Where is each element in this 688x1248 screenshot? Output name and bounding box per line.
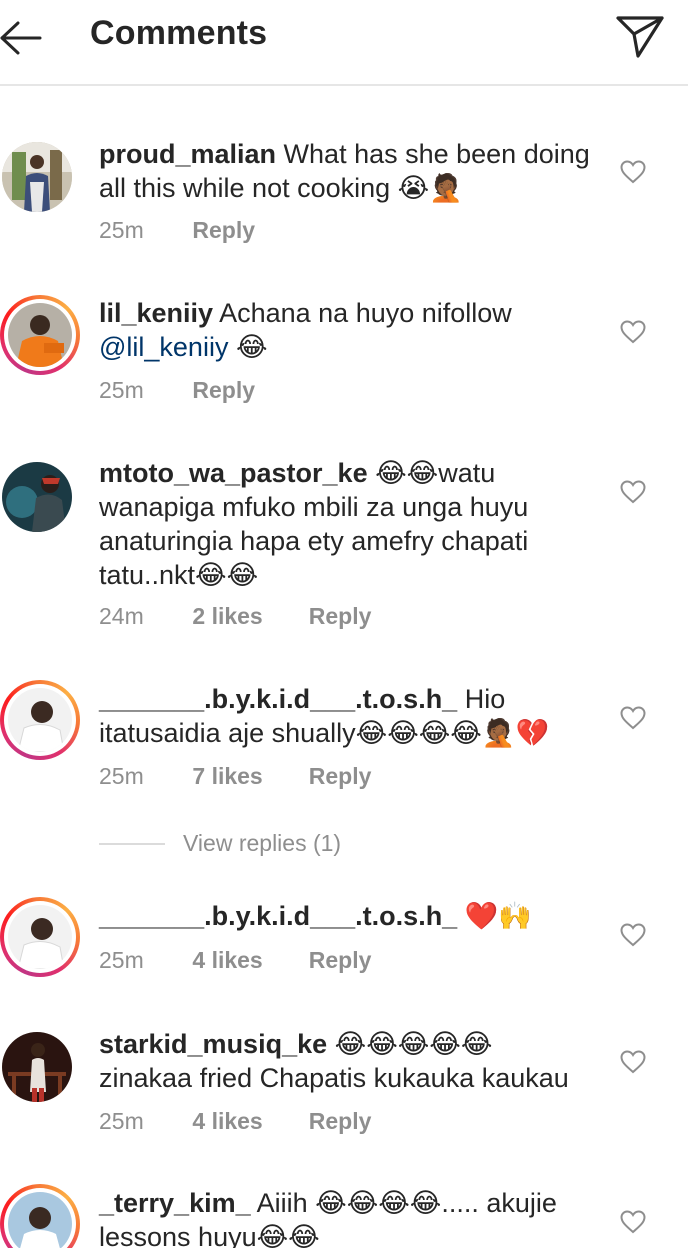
avatar[interactable] <box>0 140 80 220</box>
mention-link[interactable]: @lil_keniiy <box>99 332 228 362</box>
heart-icon[interactable] <box>620 1210 646 1234</box>
divider <box>99 843 165 845</box>
comment-timestamp: 24m <box>99 603 144 629</box>
comment-meta: 25m 4 likes Reply <box>99 947 371 974</box>
comment-text: _terry_kim_ Aiiih 😂😂😂😂..... akujie lesso… <box>99 1186 599 1248</box>
comment-body-line: ❤️🙌 <box>464 901 532 931</box>
avatar[interactable] <box>0 1184 80 1248</box>
comment-meta: 25m Reply <box>99 217 255 244</box>
avatar-photo <box>2 462 72 532</box>
comment-text: starkid_musiq_ke 😂😂😂😂😂 zinakaa fried Cha… <box>99 1027 599 1095</box>
comment-meta: 24m 2 likes Reply <box>99 603 371 630</box>
comment-timestamp: 25m <box>99 1108 144 1134</box>
comment-body-line: wanapiga mfuko mbili za unga huyu <box>99 492 529 522</box>
avatar[interactable] <box>0 460 80 540</box>
paper-plane-icon[interactable] <box>614 10 666 60</box>
likes-count[interactable]: 4 likes <box>192 1108 302 1135</box>
reply-button[interactable]: Reply <box>309 947 372 974</box>
comment-body-line: Achana na huyo nifollow <box>219 298 512 328</box>
likes-count[interactable]: 2 likes <box>192 603 302 630</box>
avatar-photo <box>8 688 72 752</box>
reply-button[interactable]: Reply <box>309 763 372 790</box>
comment-meta: 25m 4 likes Reply <box>99 1108 371 1135</box>
reply-button[interactable]: Reply <box>309 1108 372 1135</box>
comment-body-line: 😂😂watu <box>375 458 496 488</box>
view-replies-label[interactable]: View replies (1) <box>183 830 341 857</box>
comment-body-line: 😂 <box>228 332 268 362</box>
heart-icon[interactable] <box>620 160 646 184</box>
reply-button[interactable]: Reply <box>192 217 255 244</box>
comment-body-line: tatu..nkt😂😂 <box>99 560 259 590</box>
comment-username[interactable]: proud_malian <box>99 139 276 169</box>
comment-text: lil_keniiy Achana na huyo nifollow @lil_… <box>99 296 599 364</box>
arrow-left-icon[interactable] <box>0 18 44 58</box>
comment-timestamp: 25m <box>99 217 144 243</box>
heart-icon[interactable] <box>620 320 646 344</box>
avatar-photo <box>2 1032 72 1102</box>
comment-username[interactable]: lil_keniiy <box>99 298 213 328</box>
avatar[interactable] <box>0 680 80 760</box>
avatar-photo <box>8 905 72 969</box>
comment-username[interactable]: _terry_kim_ <box>99 1188 251 1218</box>
avatar-photo <box>2 142 72 212</box>
comment-username[interactable]: _______.b.y.k.i.d___.t.o.s.h_ <box>99 684 457 714</box>
comment-body-line: What has she been doing <box>283 139 590 169</box>
comment-body-line: lessons huyu😂😂 <box>99 1222 320 1248</box>
comment-username[interactable]: starkid_musiq_ke <box>99 1029 327 1059</box>
likes-count[interactable]: 4 likes <box>192 947 302 974</box>
comment-meta: 25m Reply <box>99 377 255 404</box>
avatar[interactable] <box>0 1030 80 1110</box>
comment-text: mtoto_wa_pastor_ke 😂😂watu wanapiga mfuko… <box>99 456 599 592</box>
comment-username[interactable]: _______.b.y.k.i.d___.t.o.s.h_ <box>99 901 457 931</box>
comment-timestamp: 25m <box>99 763 144 789</box>
comment-text: proud_malian What has she been doing all… <box>99 137 599 205</box>
avatar-photo <box>8 303 72 367</box>
likes-count[interactable]: 7 likes <box>192 763 302 790</box>
avatar[interactable] <box>0 897 80 977</box>
comment-body-line: zinakaa fried Chapatis kukauka kaukau <box>99 1063 569 1093</box>
comment-body-line: Hio <box>464 684 506 714</box>
avatar[interactable] <box>0 295 80 375</box>
comment-meta: 25m 7 likes Reply <box>99 763 371 790</box>
heart-icon[interactable] <box>620 706 646 730</box>
page-title: Comments <box>90 14 268 52</box>
comment-body-line: anaturingia hapa ety amefry chapati <box>99 526 529 556</box>
reply-button[interactable]: Reply <box>192 377 255 404</box>
comment-body-line: Aiiih 😂😂😂😂..... akujie <box>256 1188 557 1218</box>
heart-icon[interactable] <box>620 923 646 947</box>
avatar-photo <box>8 1192 72 1248</box>
comment-timestamp: 25m <box>99 377 144 403</box>
comment-timestamp: 25m <box>99 947 144 973</box>
comment-body-line: all this while not cooking 😭🤦🏾 <box>99 173 463 203</box>
comment-body-line: 😂😂😂😂😂 <box>334 1029 493 1059</box>
header-bar: Comments <box>0 0 688 86</box>
comment-body-line: itatusaidia aje shually😂😂😂😂🤦🏾💔 <box>99 718 550 748</box>
heart-icon[interactable] <box>620 480 646 504</box>
reply-button[interactable]: Reply <box>309 603 372 630</box>
comment-text: _______.b.y.k.i.d___.t.o.s.h_ Hio itatus… <box>99 682 599 750</box>
comment-username[interactable]: mtoto_wa_pastor_ke <box>99 458 368 488</box>
heart-icon[interactable] <box>620 1050 646 1074</box>
comment-text: _______.b.y.k.i.d___.t.o.s.h_ ❤️🙌 <box>99 899 599 933</box>
